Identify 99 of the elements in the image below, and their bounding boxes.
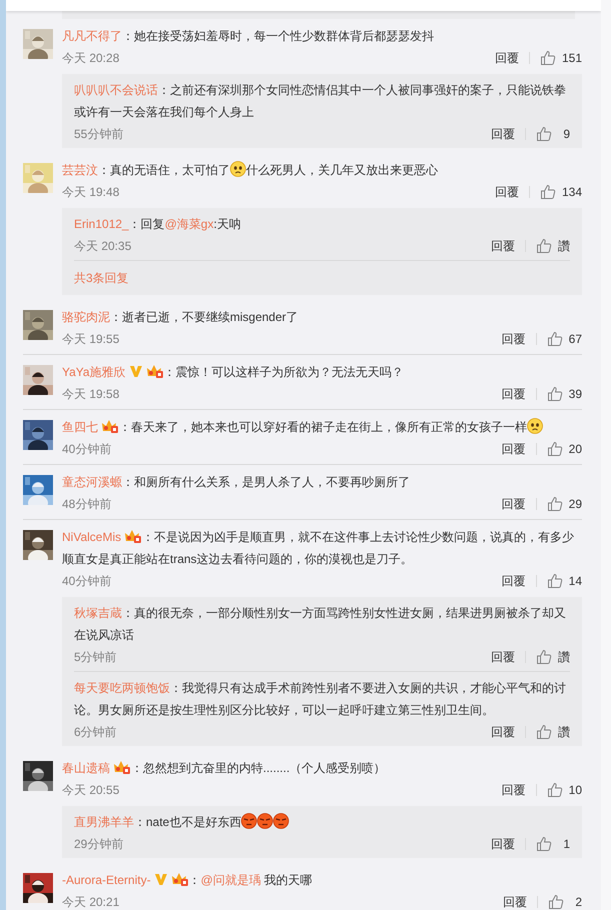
like-count: 67 [568, 331, 582, 348]
like-count: 151 [562, 50, 582, 67]
reply-link[interactable]: 回覆 [491, 123, 515, 145]
timestamp: 40分钟前 [62, 441, 112, 458]
comment-text: 童态河溪螈：和厕所有什么关系，是男人杀了人，不要再吵厕所了 [62, 474, 411, 491]
comment-text: 鱼四七 ：春天来了，她本来也可以穿好看的裙子走在街上，像所有正常的女孩子一样 [62, 416, 582, 438]
timestamp: 今天 19:58 [62, 386, 120, 403]
reply-link[interactable]: 回覆 [491, 833, 515, 855]
verified-icon [154, 872, 168, 886]
timestamp: 今天 20:55 [62, 782, 120, 799]
like-count: 29 [568, 496, 582, 513]
reply-text: 叭叭叭不会说话：之前还有深圳那个女同性恋情侣其中一个人被同事强奸的案子，只能说铁拳或许有一天会落在我们每个人身上 [74, 82, 567, 121]
thumbs-up-icon[interactable] [546, 386, 563, 402]
like-count: 134 [562, 184, 582, 201]
angry-face-icon [273, 813, 290, 829]
crown-icon [113, 760, 131, 774]
timestamp: 40分钟前 [62, 573, 112, 590]
sad-face-icon [527, 418, 543, 434]
reply-link[interactable]: 回覆 [502, 328, 526, 350]
reply-link[interactable]: 回覆 [494, 181, 519, 203]
like-count: 1 [562, 836, 570, 853]
timestamp: 今天 20:28 [62, 50, 120, 67]
thumbs-up-icon[interactable] [540, 184, 556, 200]
username-link[interactable]: 每天要吃两顿饱饭 [74, 681, 170, 695]
username-link[interactable]: 春山遗稿 [62, 761, 110, 775]
crown-icon [170, 872, 189, 886]
angry-face-icon [241, 813, 258, 829]
reply-text: 每天要吃两顿饱饭：我觉得只有达成手术前跨性别者不要进入女厕的共识，才能心平气和的讨论。男女厕所还是按生理性别区分比较好，可以一起呼吁建立第三性别卫生间。 [74, 680, 567, 719]
crown-icon [146, 364, 164, 378]
username-link[interactable]: YaYa施雅欣 [62, 365, 126, 379]
username-link[interactable]: 骆驼肉泥 [62, 310, 110, 324]
thumbs-up-icon[interactable] [546, 573, 563, 589]
reply-link[interactable]: 回覆 [502, 779, 526, 801]
username-link[interactable]: 凡凡不得了 [62, 29, 122, 43]
comment-text: -Aurora-Eternity- ：@问就是瑀 我的天哪 [62, 871, 314, 889]
mention-link[interactable]: @问就是瑀 [200, 873, 261, 887]
thumbs-up-icon[interactable] [536, 649, 552, 665]
reply-link[interactable]: 回覆 [502, 438, 526, 460]
thumbs-up-icon[interactable] [546, 441, 563, 457]
like-count: 讚 [558, 724, 570, 741]
reply-text: 直男沸羊羊：nate也不是好东西 [74, 811, 570, 833]
mention-link[interactable]: @海菜gx [164, 217, 214, 231]
thumbs-up-icon[interactable] [540, 50, 556, 66]
reply-link[interactable]: 回覆 [502, 383, 526, 405]
comment-text: NiValceMis ：不是说因为凶手是顺直男，就不在这件事上去讨论性少数问题，说真的，有多少顺直女是真正能站在trans这边去看待问题的，你的漠视也是刀子。 [62, 528, 576, 568]
username-link[interactable]: 直男沸羊羊 [74, 815, 134, 829]
reply-link[interactable]: 回覆 [491, 721, 515, 743]
comment-text: YaYa施雅欣 ：震惊！可以这样子为所欲为？无法无天吗？ [62, 363, 405, 381]
thumbs-up-icon[interactable] [548, 894, 564, 910]
like-count: 9 [562, 126, 570, 143]
angry-face-icon [257, 813, 274, 829]
reply-text: 秋塚吉蔵：真的很无奈，一部分顺性别女一方面骂跨性别女性进女厕，结果进男厕被杀了却又在说风凉话 [74, 605, 567, 644]
like-count: 20 [568, 441, 582, 458]
timestamp: 今天 20:35 [74, 238, 132, 255]
reply-link[interactable]: 回覆 [491, 646, 515, 668]
like-count: 讚 [558, 238, 570, 255]
thumbs-up-icon[interactable] [536, 126, 552, 142]
comment-text: 凡凡不得了：她在接受荡妇羞辱时，每一个性少数群体背后都瑟瑟发抖 [62, 28, 435, 45]
reply-link[interactable]: 回覆 [491, 235, 515, 257]
thumbs-up-icon[interactable] [536, 724, 552, 740]
like-count: 2 [574, 894, 582, 910]
thumbs-up-icon[interactable] [546, 496, 563, 512]
more-replies-link[interactable]: 共3条回复 [74, 271, 129, 285]
crown-icon [101, 419, 119, 433]
reply-link[interactable]: 回覆 [502, 570, 526, 592]
like-count: 14 [568, 573, 582, 590]
timestamp: 6分钟前 [74, 724, 117, 741]
timestamp: 今天 19:48 [62, 184, 120, 201]
username-link[interactable]: 芸芸汶 [62, 163, 98, 177]
sad-face-icon [230, 161, 246, 177]
like-count: 39 [568, 386, 582, 403]
username-link[interactable]: -Aurora-Eternity- [62, 873, 151, 887]
username-link[interactable]: NiValceMis [62, 530, 122, 544]
thumbs-up-icon[interactable] [536, 836, 552, 852]
like-count: 讚 [558, 649, 570, 666]
crown-icon [124, 529, 142, 543]
username-link[interactable]: Erin1012_ [74, 217, 129, 231]
timestamp: 5分钟前 [74, 649, 117, 666]
username-link[interactable]: 童态河溪螈 [62, 475, 122, 489]
thumbs-up-icon[interactable] [536, 238, 552, 254]
verified-icon [128, 364, 143, 378]
thumbs-up-icon[interactable] [546, 331, 563, 347]
comment-text: 春山遗稿 ：忽然想到亢奋里的内特........（个人感受别喷） [62, 759, 387, 777]
timestamp: 48分钟前 [62, 496, 112, 513]
username-link[interactable]: 秋塚吉蔵 [74, 606, 122, 620]
comment-text: 骆驼肉泥：逝者已逝，不要继续misgender了 [62, 309, 300, 326]
timestamp: 今天 19:55 [62, 331, 120, 348]
reply-link[interactable]: 回覆 [502, 493, 526, 515]
username-link[interactable]: 叭叭叭不会说话 [74, 83, 158, 97]
reply-link[interactable]: 回覆 [503, 891, 527, 910]
reply-link[interactable]: 回覆 [494, 47, 519, 69]
username-link[interactable]: 鱼四七 [62, 420, 98, 434]
reply-text: Erin1012_：回复@海菜gx:天呐 [74, 216, 242, 233]
timestamp: 今天 20:21 [62, 894, 120, 910]
like-count: 10 [568, 782, 582, 799]
comment-text: 芸芸汶：真的无语住，太可怕了 什么死男人，关几年又放出来更恶心 [62, 160, 439, 179]
thumbs-up-icon[interactable] [546, 782, 563, 798]
timestamp: 29分钟前 [74, 836, 124, 853]
timestamp: 55分钟前 [74, 126, 124, 143]
